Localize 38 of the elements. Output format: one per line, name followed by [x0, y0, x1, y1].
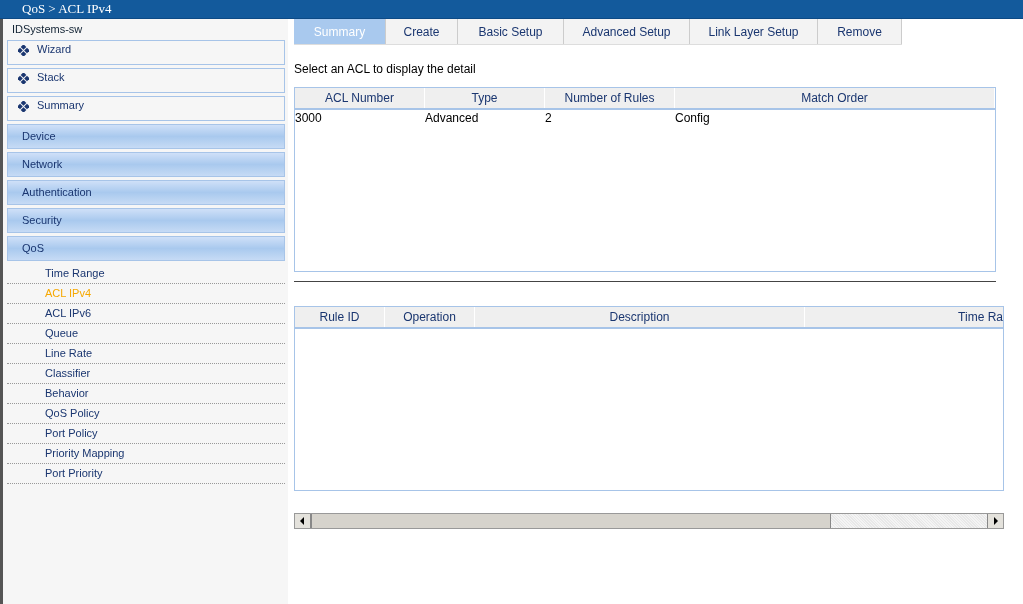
sidebar-link[interactable]: Summary — [7, 96, 285, 121]
sidebar-subitem[interactable]: Port Policy — [7, 424, 285, 444]
column-header: Number of Rules — [545, 88, 675, 108]
sidebar-category[interactable]: Security — [7, 208, 285, 233]
horizontal-scrollbar[interactable] — [294, 513, 1004, 529]
breadcrumb-title: QoS > ACL IPv4 — [22, 0, 112, 18]
column-header: Description — [475, 307, 805, 327]
sidebar-subitem[interactable]: Time Range — [7, 264, 285, 284]
table-cell[interactable]: Config — [675, 111, 710, 125]
table-cell[interactable]: Advanced — [425, 111, 479, 125]
table-cell[interactable]: 3000 — [295, 111, 322, 125]
sidebar-subitem[interactable]: Behavior — [7, 384, 285, 404]
sidebar-subitem[interactable]: QoS Policy — [7, 404, 285, 424]
column-header: ACL Number — [295, 88, 425, 108]
sidebar-category[interactable]: Authentication — [7, 180, 285, 205]
sidebar-subitem[interactable]: Line Rate — [7, 344, 285, 364]
sidebar-link[interactable]: Wizard — [7, 40, 285, 65]
scrollbar-thumb[interactable] — [311, 514, 831, 528]
table-cell[interactable]: 2 — [545, 111, 552, 125]
instruction-text: Select an ACL to display the detail — [294, 62, 476, 76]
sidebar-subitem[interactable]: ACL IPv6 — [7, 304, 285, 324]
sidebar-category[interactable]: QoS — [7, 236, 285, 261]
diamond-cluster-icon — [18, 73, 29, 84]
sidebar-subitem[interactable]: Classifier — [7, 364, 285, 384]
sidebar-subitem[interactable]: Queue — [7, 324, 285, 344]
device-name: IDSystems-sw — [11, 22, 83, 37]
column-header: Operation — [385, 307, 475, 327]
diamond-cluster-icon — [18, 45, 29, 56]
sidebar-subitem[interactable]: Priority Mapping — [7, 444, 285, 464]
diamond-cluster-icon — [18, 101, 29, 112]
column-header: Match Order — [675, 88, 995, 108]
sidebar-subitem[interactable]: Port Priority — [7, 464, 285, 484]
column-header: Time Ra — [957, 309, 1003, 326]
sidebar-category[interactable]: Device — [7, 124, 285, 149]
column-header: Rule ID — [295, 307, 385, 327]
sidebar-link[interactable]: Stack — [7, 68, 285, 93]
column-header: Type — [425, 88, 545, 108]
sidebar-category[interactable]: Network — [7, 152, 285, 177]
